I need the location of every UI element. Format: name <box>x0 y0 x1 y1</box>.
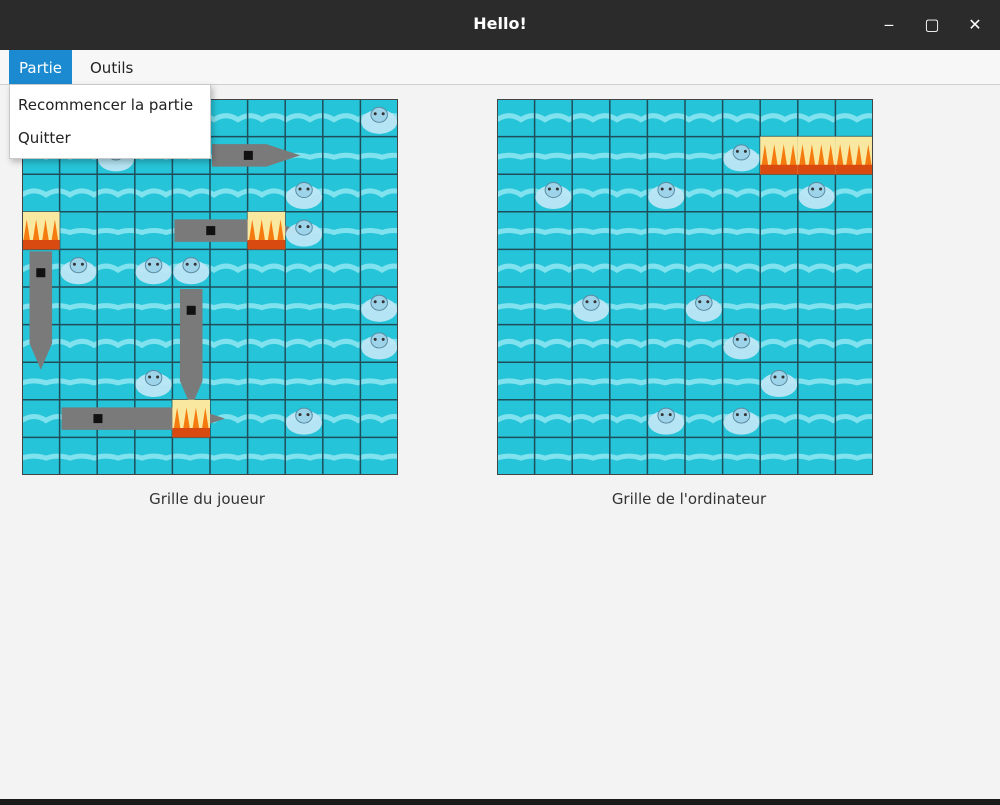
player-splash-head <box>295 407 313 424</box>
player-splash-eye <box>148 375 152 379</box>
window-bottom-edge <box>0 799 1000 805</box>
computer-splash-eye <box>593 300 597 304</box>
player-splash-eye <box>381 112 385 116</box>
player-splash-head <box>182 257 200 274</box>
computer-grid-caption: Grille de l'ordinateur <box>611 490 767 508</box>
close-button[interactable]: ✕ <box>964 14 986 36</box>
player-splash-eye <box>381 337 385 341</box>
menu-bar: Partie Outils <box>0 50 1000 85</box>
computer-splash-head <box>732 407 751 424</box>
player-splash-head <box>69 257 88 274</box>
computer-splash-eye <box>547 187 551 191</box>
player-splash-eye <box>72 262 76 266</box>
menu-outils[interactable]: Outils <box>80 50 143 84</box>
computer-splash-head <box>732 144 751 161</box>
player-grid-caption: Grille du joueur <box>149 490 265 508</box>
player-splash-eye <box>381 300 385 304</box>
player-ship-hatch <box>186 305 196 315</box>
computer-board-svg <box>497 99 873 475</box>
computer-splash-eye <box>735 337 739 341</box>
computer-splash-head <box>807 181 826 199</box>
computer-splash-head <box>582 294 600 311</box>
computer-splash-eye <box>811 187 815 191</box>
title-bar[interactable]: Hello! ‒ ▢ ✕ <box>0 0 1000 51</box>
computer-fire-base <box>835 164 873 175</box>
computer-splash-eye <box>698 300 702 304</box>
computer-splash-eye <box>743 337 747 341</box>
player-ship-hatch <box>206 226 216 236</box>
player-splash-head <box>370 332 388 349</box>
computer-splash-eye <box>743 149 747 153</box>
player-splash-eye <box>148 262 152 266</box>
player-ship-hatch <box>93 414 103 424</box>
player-splash-head <box>295 219 313 236</box>
app-window: Hello! ‒ ▢ ✕ Partie Outils Recommencer l… <box>0 0 1000 805</box>
menu-item-restart[interactable]: Recommencer la partie <box>10 89 210 121</box>
player-splash-eye <box>298 187 302 191</box>
maximize-button[interactable]: ▢ <box>921 14 943 36</box>
player-splash-eye <box>306 225 310 229</box>
computer-fire-base <box>760 164 798 175</box>
player-fire-base <box>22 240 60 250</box>
computer-splash-head <box>770 369 788 387</box>
player-splash-eye <box>156 375 160 379</box>
computer-splash-eye <box>668 187 672 191</box>
computer-splash-head <box>657 407 675 424</box>
computer-splash-eye <box>743 413 747 417</box>
player-splash-head <box>295 181 313 199</box>
player-splash-head <box>144 369 163 387</box>
player-splash-eye <box>185 262 189 266</box>
player-fire-base <box>172 428 210 438</box>
player-ship-hatch <box>36 268 46 278</box>
computer-splash-eye <box>819 187 823 191</box>
computer-splash-eye <box>555 187 559 191</box>
computer-splash-eye <box>660 413 664 417</box>
player-splash-head <box>370 106 388 123</box>
computer-splash-eye <box>706 300 710 304</box>
computer-splash-eye <box>585 300 589 304</box>
computer-splash-head <box>544 181 563 199</box>
computer-splash-eye <box>781 375 785 379</box>
computer-grid[interactable] <box>497 99 873 475</box>
computer-splash-head <box>695 294 713 311</box>
computer-splash-head <box>732 332 751 349</box>
player-splash-eye <box>306 187 310 191</box>
partie-dropdown-menu: Recommencer la partie Quitter <box>9 84 211 159</box>
player-splash-eye <box>373 112 377 116</box>
player-ship-hatch <box>243 150 253 160</box>
player-splash-eye <box>193 262 197 266</box>
computer-splash-eye <box>735 149 739 153</box>
player-splash-eye <box>298 225 302 229</box>
player-fire-base <box>247 240 286 250</box>
computer-splash-eye <box>773 375 777 379</box>
player-splash-eye <box>80 262 84 266</box>
player-splash-eye <box>306 413 310 417</box>
computer-splash-head <box>657 181 675 199</box>
menu-item-quit[interactable]: Quitter <box>10 122 210 154</box>
window-title: Hello! <box>473 14 527 33</box>
minimize-button[interactable]: ‒ <box>878 14 900 36</box>
player-splash-eye <box>373 300 377 304</box>
player-splash-eye <box>156 262 160 266</box>
player-splash-head <box>144 257 163 274</box>
computer-splash-eye <box>660 187 664 191</box>
computer-splash-eye <box>735 413 739 417</box>
menu-partie[interactable]: Partie <box>9 50 73 84</box>
computer-fire-base <box>797 164 836 175</box>
computer-splash-eye <box>668 413 672 417</box>
player-splash-eye <box>373 337 377 341</box>
player-splash-eye <box>298 413 302 417</box>
player-splash-head <box>370 294 388 311</box>
